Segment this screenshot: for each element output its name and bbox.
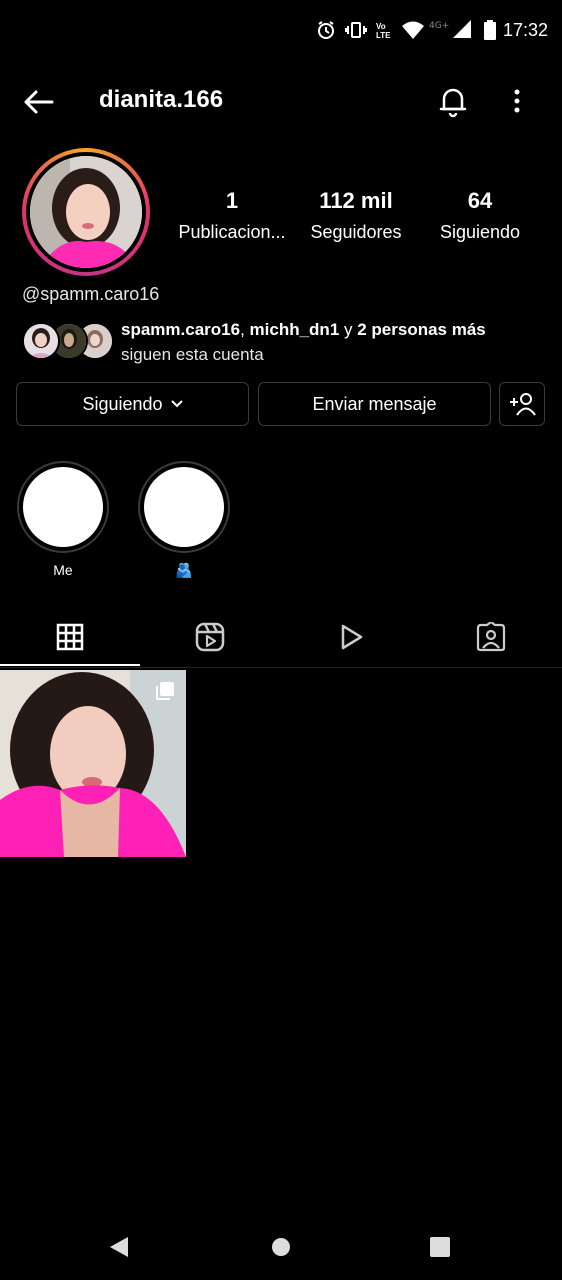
active-tab-indicator <box>0 664 140 666</box>
nav-home-button[interactable] <box>271 1237 291 1262</box>
bell-icon[interactable] <box>436 84 470 118</box>
volte-icon: Vo LTE <box>376 22 391 40</box>
stat-posts-label: Publicacion... <box>178 222 286 242</box>
back-arrow-icon[interactable] <box>20 84 56 120</box>
chevron-down-icon <box>170 400 183 408</box>
follower-avatar-1 <box>22 322 60 360</box>
followed-by-user-2[interactable]: michh_dn1 <box>250 320 340 339</box>
suggest-people-button[interactable] <box>499 382 545 426</box>
multiple-photos-icon <box>156 682 174 700</box>
reels-icon <box>195 622 225 652</box>
alarm-icon <box>316 20 336 45</box>
add-person-icon <box>508 392 536 416</box>
stat-following-label: Siguiendo <box>439 222 521 242</box>
followed-by-user-1[interactable]: spamm.caro16 <box>121 320 240 339</box>
video-play-icon <box>337 623 365 651</box>
stat-posts-value: 1 <box>225 188 239 213</box>
stat-posts[interactable]: 1 Publicacion... <box>167 188 297 243</box>
grid-icon <box>56 623 84 651</box>
tab-videos[interactable] <box>281 615 421 659</box>
nav-recents-button[interactable] <box>430 1237 450 1262</box>
followed-by-caption: siguen esta cuenta <box>121 345 264 364</box>
tagged-icon <box>476 622 506 652</box>
svg-text:4G+: 4G+ <box>429 21 449 31</box>
tab-reels[interactable] <box>140 615 280 659</box>
profile-avatar[interactable] <box>22 148 150 276</box>
followed-by-sep: , <box>240 320 250 339</box>
send-message-label: Enviar mensaje <box>312 393 437 414</box>
stat-following-value: 64 <box>467 188 493 213</box>
tab-divider <box>0 667 562 668</box>
home-circle-icon <box>271 1237 291 1257</box>
avatar-photo <box>30 156 142 268</box>
stat-followers-label: Seguidores <box>310 222 402 242</box>
highlight-hug-label: 🫂 <box>175 562 193 578</box>
status-bar: Vo LTE 4G+ 17:32 <box>0 0 562 62</box>
stat-following[interactable]: 64 Siguiendo <box>415 188 545 243</box>
post-thumbnail[interactable] <box>0 670 186 857</box>
bio-mention-link[interactable]: @spamm.caro16 <box>22 284 159 305</box>
recents-square-icon <box>430 1237 450 1257</box>
battery-icon <box>484 20 496 45</box>
send-message-button[interactable]: Enviar mensaje <box>258 382 491 426</box>
highlight-cover <box>23 467 103 547</box>
highlight-cover <box>144 467 224 547</box>
back-triangle-icon <box>108 1236 130 1258</box>
highlight-me-label: Me <box>53 562 73 578</box>
status-time: 17:32 <box>502 20 548 40</box>
more-vertical-icon[interactable] <box>507 84 527 118</box>
wifi-icon <box>401 20 425 45</box>
signal-4g-icon: 4G+ <box>429 18 473 45</box>
following-button[interactable]: Siguiendo <box>16 382 249 426</box>
nav-back-button[interactable] <box>108 1236 130 1263</box>
stat-followers-value: 112 mil <box>319 188 393 213</box>
stat-followers[interactable]: 112 mil Seguidores <box>291 188 421 243</box>
highlight-me[interactable] <box>17 461 109 553</box>
profile-username-title: dianita.166 <box>99 86 224 113</box>
followed-by-text[interactable]: spamm.caro16, michh_dn1 y 2 personas más <box>121 320 486 340</box>
followed-by-and: y <box>339 320 358 339</box>
following-button-label: Siguiendo <box>82 393 163 414</box>
followed-by-others[interactable]: 2 personas más <box>357 320 486 339</box>
highlight-hug[interactable] <box>138 461 230 553</box>
vibrate-icon <box>345 20 367 45</box>
tab-tagged[interactable] <box>421 615 561 659</box>
tab-grid[interactable] <box>0 615 140 659</box>
